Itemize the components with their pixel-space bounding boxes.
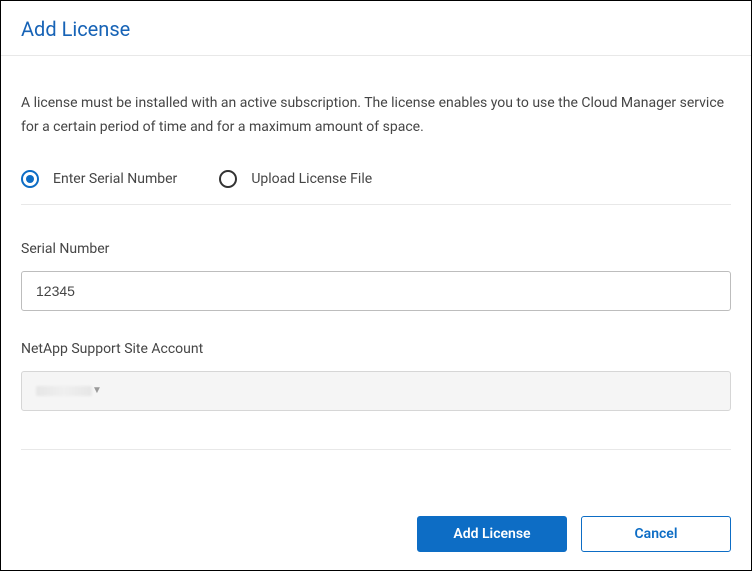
radio-enter-serial[interactable]: Enter Serial Number [21,170,177,188]
chevron-down-icon: ▼ [92,385,102,396]
cancel-button[interactable]: Cancel [581,516,731,552]
license-method-radio-group: Enter Serial Number Upload License File [21,170,731,205]
dialog-title: Add License [21,17,731,41]
radio-button-icon [21,170,39,188]
add-license-button[interactable]: Add License [417,516,567,552]
nss-account-label: NetApp Support Site Account [21,341,731,357]
dialog-footer: Add License Cancel [1,500,751,570]
nss-account-value [36,386,92,396]
serial-number-field-group: Serial Number [21,241,731,311]
nss-account-select[interactable]: ▼ [21,371,731,411]
dialog-content: A license must be installed with an acti… [1,56,751,500]
radio-enter-serial-label: Enter Serial Number [53,171,177,187]
dialog-description: A license must be installed with an acti… [21,92,731,140]
dialog-header: Add License [1,1,751,56]
footer-divider [21,449,731,450]
radio-upload-file[interactable]: Upload License File [219,170,372,188]
nss-account-field-group: NetApp Support Site Account ▼ [21,341,731,411]
radio-button-icon [219,170,237,188]
radio-upload-file-label: Upload License File [251,171,372,187]
serial-number-input[interactable] [21,271,731,311]
serial-number-label: Serial Number [21,241,731,257]
